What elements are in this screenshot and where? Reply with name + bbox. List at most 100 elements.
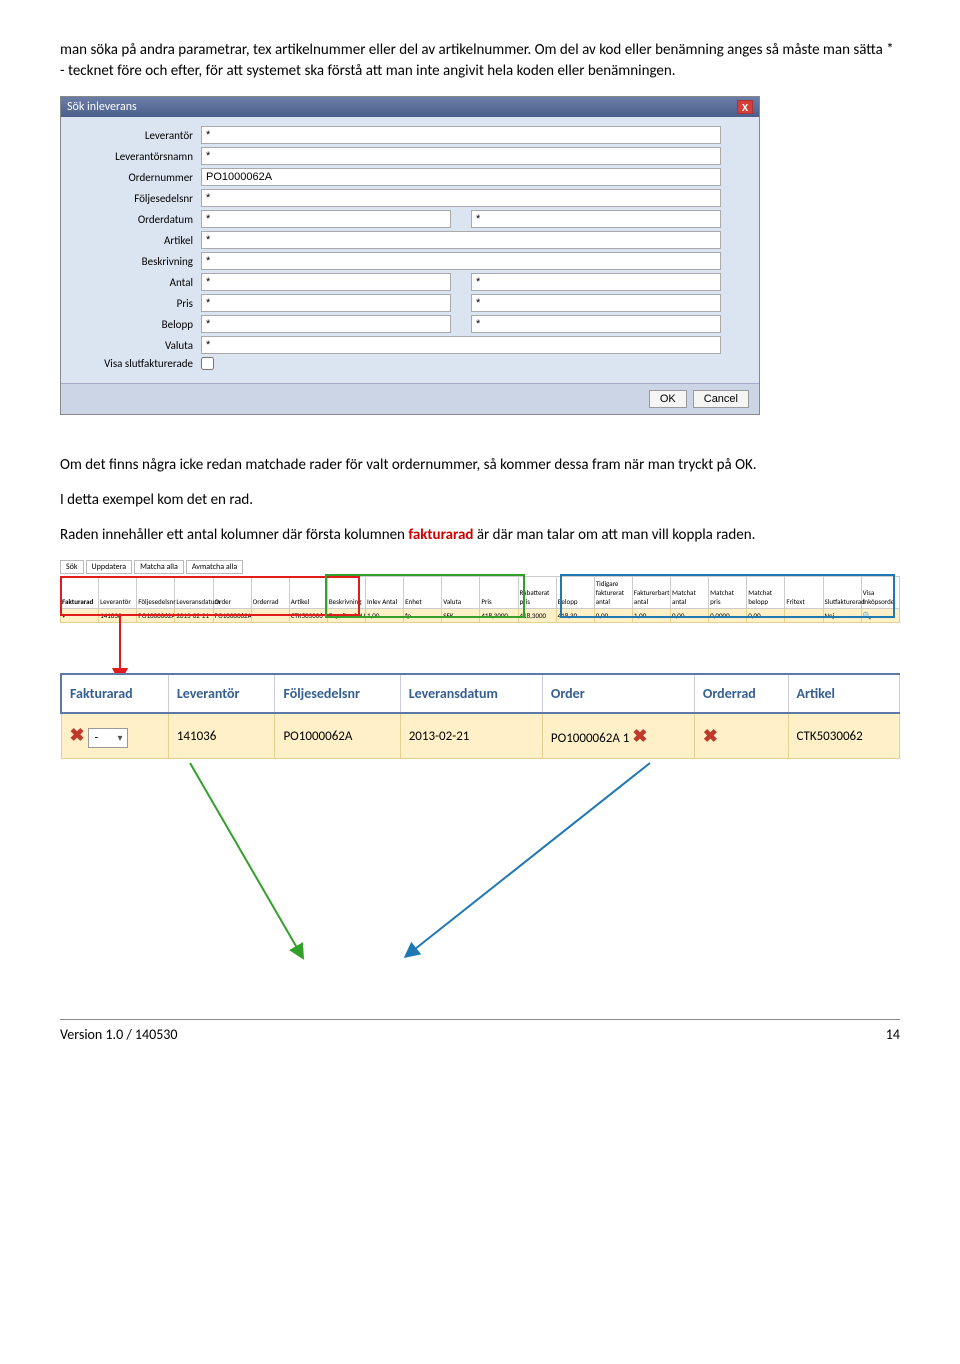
gh-9: Enhet xyxy=(404,577,442,609)
gh-12: Rabatterat pris xyxy=(518,577,556,609)
tool-matcha[interactable]: Matcha alla xyxy=(134,560,184,574)
input-artikel[interactable] xyxy=(201,231,721,249)
label-antal: Antal xyxy=(71,276,201,289)
gc-19 xyxy=(785,609,823,623)
zoom-grid: Fakturarad Leverantör Följesedelsnr Leve… xyxy=(60,673,900,759)
zh-foljesedelsnr: Följesedelsnr xyxy=(275,674,400,713)
gc-6: CTK503006 xyxy=(289,609,327,623)
gh-13: Belopp xyxy=(556,577,594,609)
gc-12: 418,3000 xyxy=(518,609,556,623)
tool-sok[interactable]: Sök xyxy=(60,560,84,574)
label-leverantorsnamn: Leverantörsnamn xyxy=(71,150,201,163)
gc-10: SEK xyxy=(442,609,480,623)
gc-21: 🔍 xyxy=(861,609,899,623)
label-artikel: Artikel xyxy=(71,234,201,247)
zc-order: PO1000062A 1 ✖ xyxy=(542,713,694,759)
gh-20: Slutfakturerad xyxy=(823,577,861,609)
input-orderdatum-to[interactable] xyxy=(471,210,721,228)
checkbox-visa-slutfakturerade[interactable] xyxy=(201,357,214,370)
label-foljesedelsnr: Följesedelsnr xyxy=(71,192,201,205)
label-ordernummer: Ordernummer xyxy=(71,171,201,184)
gh-8: Inlev Antal xyxy=(366,577,404,609)
close-icon[interactable]: X xyxy=(737,100,753,114)
input-pris-to[interactable] xyxy=(471,294,721,312)
wide-grid-screenshot: Sök Uppdatera Matcha alla Avmatcha alla … xyxy=(60,560,900,623)
input-valuta[interactable] xyxy=(201,336,721,354)
gc-13: 418,30 xyxy=(556,609,594,623)
zc-artikel: CTK5030062 xyxy=(788,713,900,759)
gh-18: Matchat belopp xyxy=(747,577,785,609)
input-foljesedelsnr[interactable] xyxy=(201,189,721,207)
gc-7: Expellus 20Ul, pre-sterile w/ filter, hi… xyxy=(327,609,365,623)
zc-leveransdatum: 2013-02-21 xyxy=(400,713,542,759)
input-pris-from[interactable] xyxy=(201,294,451,312)
zh-leveransdatum: Leveransdatum xyxy=(400,674,542,713)
paragraph-4: Raden innehåller ett antal kolumner där … xyxy=(60,525,900,546)
input-belopp-from[interactable] xyxy=(201,315,451,333)
input-antal-from[interactable] xyxy=(201,273,451,291)
footer-page: 14 xyxy=(886,1026,900,1043)
gc-9: fp xyxy=(404,609,442,623)
gh-10: Valuta xyxy=(442,577,480,609)
input-antal-to[interactable] xyxy=(471,273,721,291)
gc-1: 141036 xyxy=(99,609,137,623)
gh-1: Leverantör xyxy=(99,577,137,609)
gh-17: Matchat pris xyxy=(709,577,747,609)
gh-16: Matchat antal xyxy=(671,577,709,609)
gc-18: 0,00 xyxy=(747,609,785,623)
dialog-titlebar: Sök inleverans X xyxy=(61,97,759,117)
input-ordernummer[interactable] xyxy=(201,168,721,186)
gc-14: 0,00 xyxy=(594,609,632,623)
zh-leverantor: Leverantör xyxy=(168,674,275,713)
label-orderdatum: Orderdatum xyxy=(71,213,201,226)
input-leverantorsnamn[interactable] xyxy=(201,147,721,165)
annotation-blue-arrow xyxy=(400,763,660,963)
gh-21: Visa Inköpsorde xyxy=(861,577,899,609)
label-beskrivning: Beskrivning xyxy=(71,255,201,268)
x-icon: ✖ xyxy=(632,725,647,747)
gc-3: 2013-02-21 xyxy=(175,609,213,623)
input-beskrivning[interactable] xyxy=(201,252,721,270)
annotation-green-arrow xyxy=(180,763,380,963)
grid-toolbar: Sök Uppdatera Matcha alla Avmatcha alla xyxy=(60,560,900,574)
label-leverantor: Leverantör xyxy=(71,129,201,142)
label-pris: Pris xyxy=(71,297,201,310)
label-valuta: Valuta xyxy=(71,339,201,352)
input-orderdatum-from[interactable] xyxy=(201,210,451,228)
gc-20: Nej xyxy=(823,609,861,623)
tool-avmatcha[interactable]: Avmatcha alla xyxy=(186,560,243,574)
tool-uppdatera[interactable]: Uppdatera xyxy=(86,560,133,574)
label-belopp: Belopp xyxy=(71,318,201,331)
gh-15: Fakturerbart antal xyxy=(632,577,670,609)
search-delivery-dialog: Sök inleverans X Leverantör Leverantörsn… xyxy=(60,96,760,415)
fakturarad-dropdown[interactable]: - xyxy=(88,728,128,748)
footer-version: Version 1.0 / 140530 xyxy=(60,1026,177,1043)
gh-4: Order xyxy=(213,577,251,609)
gc-17: 0,0000 xyxy=(709,609,747,623)
input-leverantor[interactable] xyxy=(201,126,721,144)
zc-foljesedelsnr: PO1000062A xyxy=(275,713,400,759)
gc-11: 418,3000 xyxy=(480,609,518,623)
page-footer: Version 1.0 / 140530 14 xyxy=(60,1019,900,1043)
label-visa-slutfakturerade: Visa slutfakturerade xyxy=(71,357,201,370)
input-belopp-to[interactable] xyxy=(471,315,721,333)
cancel-button[interactable]: Cancel xyxy=(693,390,749,408)
zh-fakturarad: Fakturarad xyxy=(61,674,168,713)
paragraph-2: Om det finns några icke redan matchade r… xyxy=(60,455,900,476)
zc-orderrad: ✖ xyxy=(694,713,788,759)
ok-button[interactable]: OK xyxy=(649,390,687,408)
gc-0: ▾ xyxy=(61,609,99,623)
gh-19: Fritext xyxy=(785,577,823,609)
gh-0: Fakturarad xyxy=(61,577,99,609)
zoom-grid-screenshot: Fakturarad Leverantör Följesedelsnr Leve… xyxy=(60,673,900,759)
gh-6: Artikel xyxy=(289,577,327,609)
gh-14: Tidigare fakturerat antal xyxy=(594,577,632,609)
gc-5 xyxy=(251,609,289,623)
keyword-fakturarad: fakturarad xyxy=(408,526,473,544)
gc-8: 1,00 xyxy=(366,609,404,623)
x-icon: ✖ xyxy=(70,724,85,746)
zh-artikel: Artikel xyxy=(788,674,900,713)
gc-15: 1,00 xyxy=(632,609,670,623)
gh-5: Orderrad xyxy=(251,577,289,609)
zc-fakturarad[interactable]: ✖ - xyxy=(61,713,168,759)
